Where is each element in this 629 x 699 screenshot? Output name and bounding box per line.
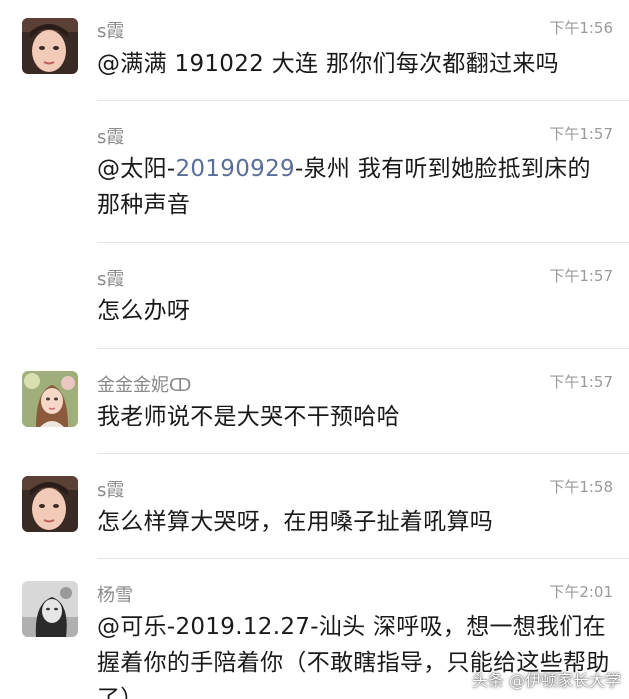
message-time: 下午2:01	[549, 583, 613, 601]
mention-prefix: @太阳-	[97, 156, 176, 182]
avatar[interactable]	[22, 371, 78, 427]
sender-name: s霞	[97, 127, 125, 148]
chat-message: s霞 下午1:56 @满满 191022 大连 那你们每次都翻过来吗	[0, 0, 629, 100]
message-time: 下午1:56	[549, 19, 613, 37]
avatar[interactable]	[22, 18, 78, 74]
chat-message: s霞 下午1:57 @太阳-20190929-泉州 我有听到她脸抵到床的那种声音	[0, 101, 629, 242]
sender-name: s霞	[97, 480, 125, 501]
message-text: 怎么办呀	[97, 298, 191, 324]
message-text: @太阳-20190929-泉州 我有听到她脸抵到床的那种声音	[97, 151, 612, 223]
mention-id-link[interactable]: 20190929	[176, 156, 295, 182]
watermark: 头条 @伊顿家长大学	[471, 671, 621, 690]
message-text: 怎么样算大哭呀，在用嗓子扯着吼算吗	[97, 509, 494, 535]
avatar[interactable]	[22, 581, 78, 637]
message-time: 下午1:58	[549, 478, 613, 496]
message-time: 下午1:57	[549, 125, 613, 143]
sender-name: s霞	[97, 21, 125, 42]
sender-name: 金金金妮ↀ	[97, 375, 192, 396]
message-time: 下午1:57	[549, 373, 613, 391]
avatar[interactable]	[22, 476, 78, 532]
sender-name: s霞	[97, 269, 125, 290]
message-time: 下午1:57	[549, 267, 613, 285]
chat-message: s霞 下午1:58 怎么样算大哭呀，在用嗓子扯着吼算吗	[0, 454, 629, 558]
chat-message-list[interactable]: s霞 下午1:56 @满满 191022 大连 那你们每次都翻过来吗 s霞 下午…	[0, 0, 629, 699]
message-text: @满满 191022 大连 那你们每次都翻过来吗	[97, 51, 559, 77]
chat-message: s霞 下午1:57 怎么办呀	[0, 243, 629, 348]
chat-message: 金金金妮ↀ 下午1:57 我老师说不是大哭不干预哈哈	[0, 349, 629, 453]
sender-name: 杨雪	[97, 585, 133, 606]
message-text: 我老师说不是大哭不干预哈哈	[97, 404, 400, 430]
